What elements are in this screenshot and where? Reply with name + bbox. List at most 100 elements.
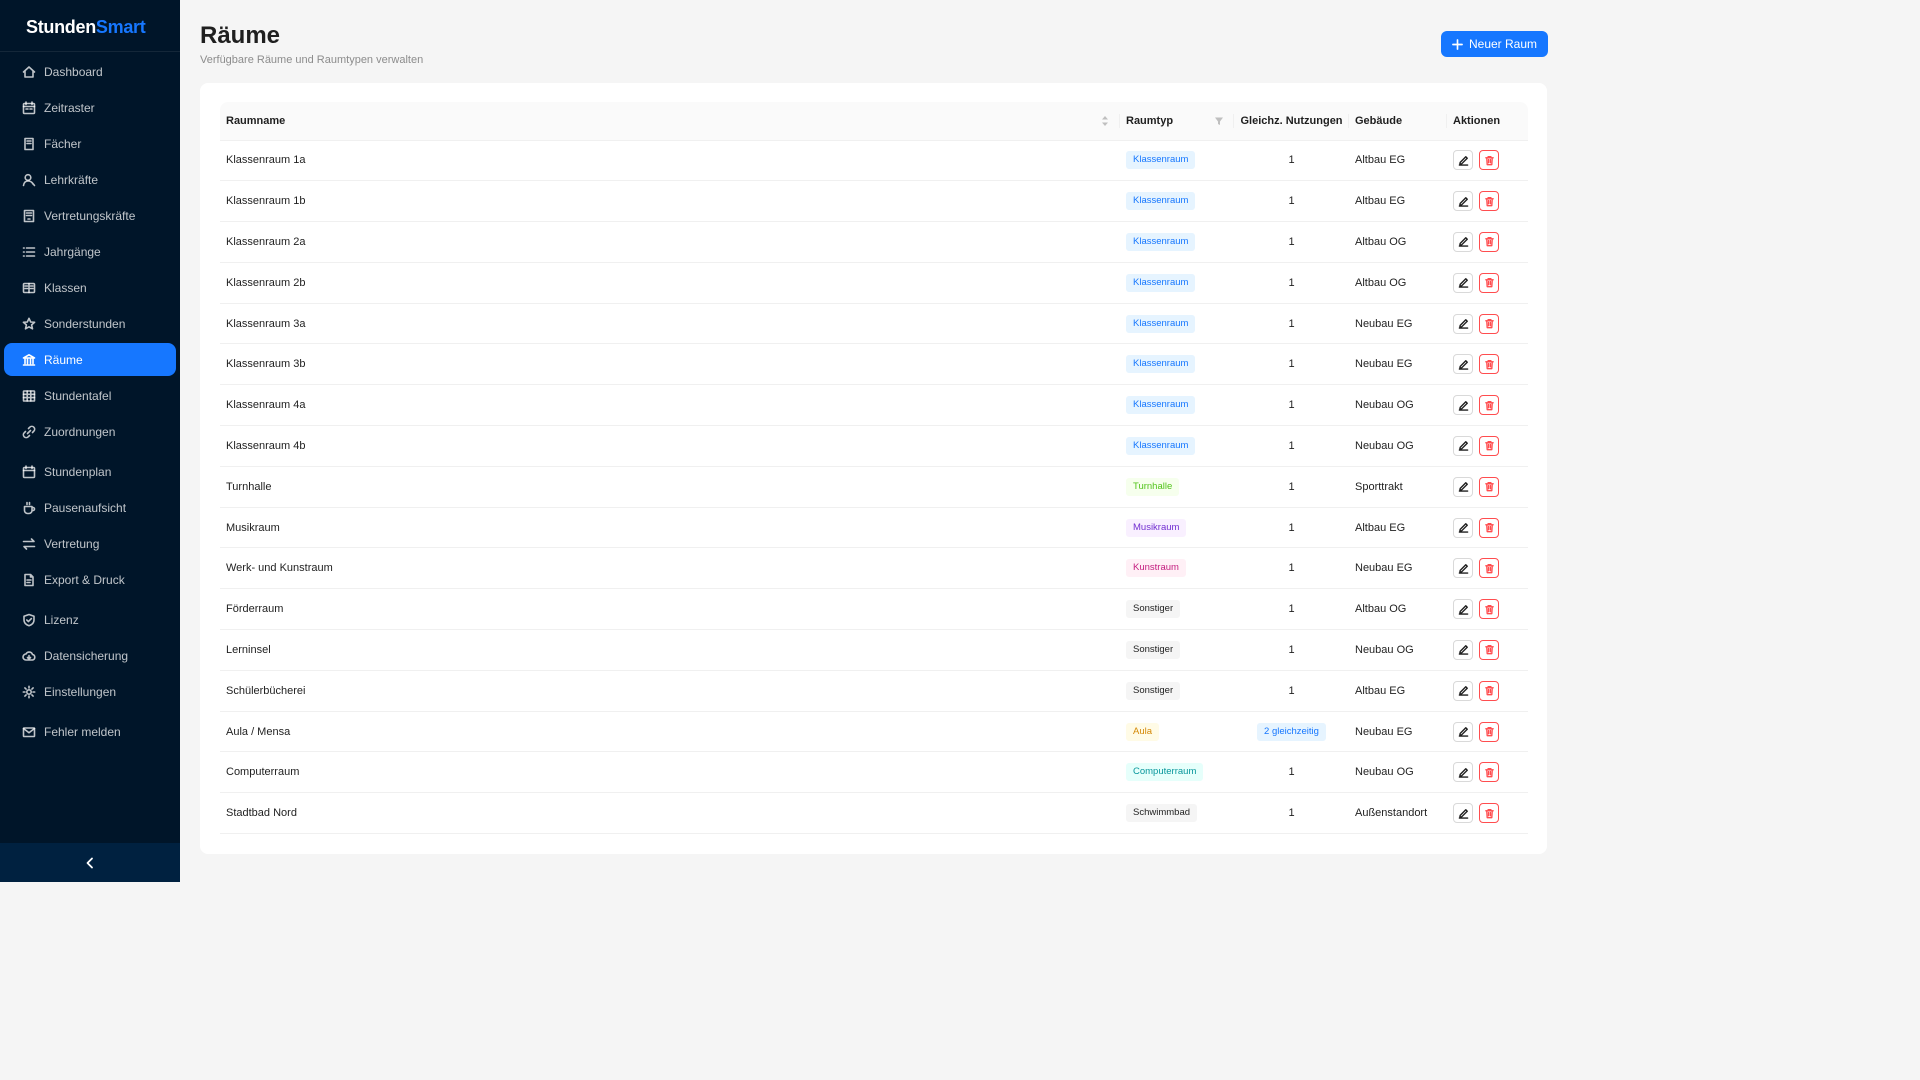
room-name: Klassenraum 2b — [226, 276, 306, 289]
column-header-type[interactable]: Raumtyp — [1120, 102, 1234, 141]
sidebar-item-stundenplan[interactable]: Stundenplan — [4, 455, 176, 488]
room-name: Lerninsel — [226, 643, 271, 656]
sidebar-item-fächer[interactable]: Fächer — [4, 127, 176, 160]
edit-button[interactable] — [1453, 558, 1473, 579]
sort-icon[interactable] — [1100, 115, 1110, 127]
room-type-cell: Kunstraum — [1120, 547, 1234, 590]
actions-cell — [1447, 221, 1528, 263]
room-name: Förderraum — [226, 603, 284, 616]
building-cell: Neubau OG — [1349, 425, 1447, 467]
delete-button[interactable] — [1479, 803, 1499, 824]
building-name: Altbau EG — [1355, 684, 1406, 697]
room-type-tag: Sonstiger — [1126, 640, 1181, 659]
building-cell: Altbau EG — [1349, 180, 1447, 223]
edit-button[interactable] — [1453, 231, 1473, 252]
sidebar-collapse-button[interactable] — [0, 843, 180, 882]
building-name: Altbau OG — [1355, 276, 1407, 289]
edit-icon — [1458, 726, 1469, 737]
sidebar-item-export-druck[interactable]: Export & Druck — [4, 563, 176, 596]
sidebar-item-einstellungen[interactable]: Einstellungen — [4, 675, 176, 708]
user-icon — [22, 173, 36, 187]
sidebar-item-jahrgänge[interactable]: Jahrgänge — [4, 235, 176, 268]
sidebar-item-label: Stundenplan — [44, 464, 112, 479]
table-row: Werk- und Kunstraum Kunstraum 1 Neubau EG — [220, 547, 1528, 590]
room-type-cell: Klassenraum — [1120, 180, 1234, 223]
room-name-cell: Turnhalle — [220, 466, 1120, 508]
sidebar-item-stundentafel[interactable]: Stundentafel — [4, 379, 176, 412]
delete-button[interactable] — [1479, 639, 1499, 660]
edit-button[interactable] — [1453, 762, 1473, 783]
sidebar-item-fehler-melden[interactable]: Fehler melden — [4, 715, 176, 748]
row-actions — [1453, 191, 1522, 212]
sidebar-item-dashboard[interactable]: Dashboard — [4, 55, 176, 88]
room-type-tag: Klassenraum — [1126, 396, 1196, 415]
app-logo[interactable]: StundenSmart — [0, 0, 180, 52]
delete-button[interactable] — [1479, 272, 1499, 293]
reader-icon — [22, 281, 36, 295]
edit-button[interactable] — [1453, 517, 1473, 538]
delete-button[interactable] — [1479, 231, 1499, 252]
delete-button[interactable] — [1479, 354, 1499, 375]
room-type-tag: Turnhalle — [1126, 477, 1180, 496]
delete-button[interactable] — [1479, 721, 1499, 742]
edit-button[interactable] — [1453, 272, 1473, 293]
actions-cell — [1447, 792, 1528, 835]
delete-button[interactable] — [1479, 150, 1499, 171]
sidebar-item-zuordnungen[interactable]: Zuordnungen — [4, 415, 176, 448]
delete-button[interactable] — [1479, 680, 1499, 701]
edit-button[interactable] — [1453, 803, 1473, 824]
edit-button[interactable] — [1453, 150, 1473, 171]
sidebar-item-lizenz[interactable]: Lizenz — [4, 603, 176, 636]
new-room-button[interactable]: Neuer Raum — [1441, 31, 1548, 57]
room-name: Klassenraum 1a — [226, 154, 306, 167]
edit-button[interactable] — [1453, 313, 1473, 334]
edit-button[interactable] — [1453, 191, 1473, 212]
edit-button[interactable] — [1453, 639, 1473, 660]
delete-icon — [1484, 277, 1495, 288]
room-name-cell: Klassenraum 1a — [220, 140, 1120, 182]
sidebar-item-lehrkräfte[interactable]: Lehrkräfte — [4, 163, 176, 196]
sidebar-item-sonderstunden[interactable]: Sonderstunden — [4, 307, 176, 340]
row-actions — [1453, 231, 1522, 252]
delete-button[interactable] — [1479, 476, 1499, 497]
sidebar-item-vertretung[interactable]: Vertretung — [4, 527, 176, 560]
delete-button[interactable] — [1479, 313, 1499, 334]
delete-button[interactable] — [1479, 762, 1499, 783]
delete-button[interactable] — [1479, 191, 1499, 212]
delete-button[interactable] — [1479, 395, 1499, 416]
edit-icon — [1458, 359, 1469, 370]
delete-button[interactable] — [1479, 558, 1499, 579]
concurrent-usage-cell: 1 — [1234, 140, 1349, 182]
table-row: Computerraum Computerraum 1 Neubau OG — [220, 751, 1528, 794]
edit-button[interactable] — [1453, 354, 1473, 375]
room-type-cell: Klassenraum — [1120, 303, 1234, 345]
delete-button[interactable] — [1479, 517, 1499, 538]
sidebar-item-klassen[interactable]: Klassen — [4, 271, 176, 304]
table-row: Aula / Mensa Aula 2 gleichzeitig Neubau EG — [220, 711, 1528, 753]
edit-button[interactable] — [1453, 395, 1473, 416]
edit-icon — [1458, 155, 1469, 166]
column-header-name[interactable]: Raumname — [220, 102, 1120, 141]
building-name: Neubau EG — [1355, 358, 1413, 371]
edit-button[interactable] — [1453, 435, 1473, 456]
delete-button[interactable] — [1479, 435, 1499, 456]
list-icon — [22, 245, 36, 259]
delete-button[interactable] — [1479, 599, 1499, 620]
sidebar-item-vertretungskräfte[interactable]: Vertretungskräfte — [4, 199, 176, 232]
concurrent-usage-cell: 1 — [1234, 547, 1349, 590]
edit-button[interactable] — [1453, 721, 1473, 742]
rooms-card: Raumname Raumtyp Gleichz. Nutzungen Gebä… — [200, 83, 1547, 854]
edit-button[interactable] — [1453, 680, 1473, 701]
sidebar-item-label: Pausenaufsicht — [44, 500, 127, 515]
actions-cell — [1447, 262, 1528, 304]
room-type-tag: Kunstraum — [1126, 559, 1186, 578]
concurrent-usage-cell: 1 — [1234, 425, 1349, 467]
edit-button[interactable] — [1453, 599, 1473, 620]
room-name: Schülerbücherei — [226, 684, 306, 697]
edit-button[interactable] — [1453, 476, 1473, 497]
sidebar-item-datensicherung[interactable]: Datensicherung — [4, 639, 176, 672]
filter-icon[interactable] — [1214, 115, 1224, 127]
sidebar-item-räume[interactable]: Räume — [4, 343, 176, 376]
sidebar-item-pausenaufsicht[interactable]: Pausenaufsicht — [4, 491, 176, 524]
sidebar-item-zeitraster[interactable]: Zeitraster — [4, 91, 176, 124]
